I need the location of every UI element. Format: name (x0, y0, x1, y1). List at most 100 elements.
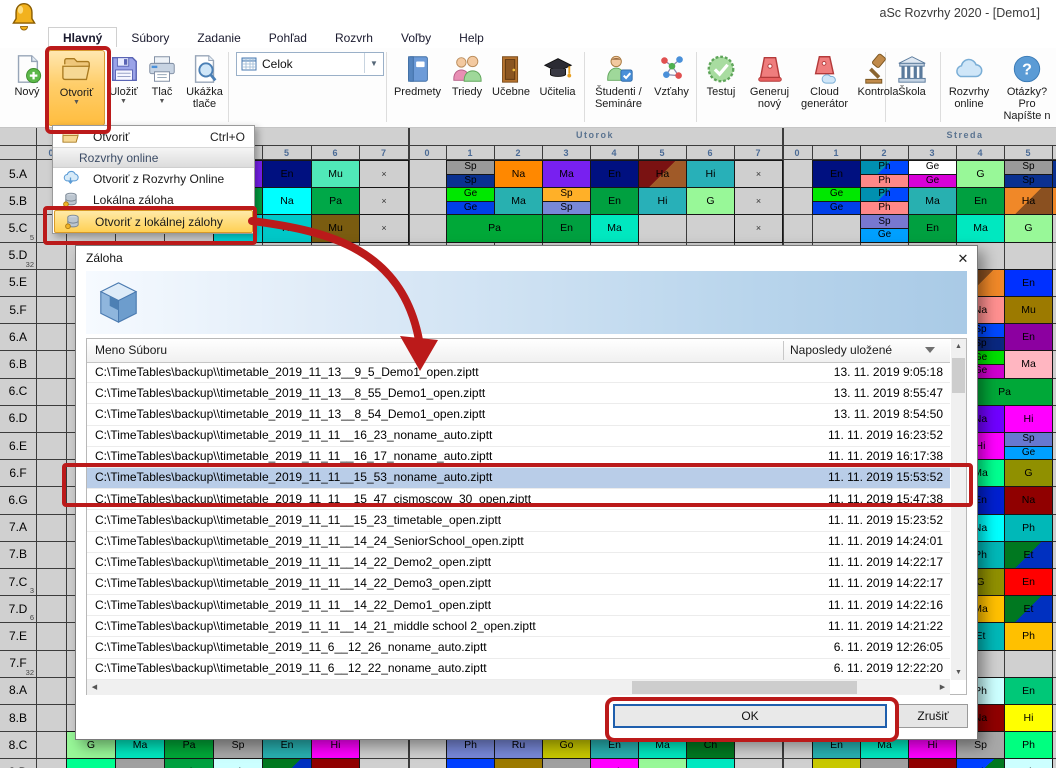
ucebne-button[interactable]: Učebne (489, 50, 533, 124)
backup-file-row[interactable]: C:\TimeTables\backup\\timetable_2019_11_… (87, 616, 950, 637)
timetable-cell[interactable]: Na (262, 187, 312, 215)
timetable-cell[interactable]: En (812, 160, 861, 188)
scroll-down-icon[interactable]: ▼ (951, 665, 966, 680)
row-label-5.B[interactable]: 5.B (0, 187, 36, 214)
timetable-cell[interactable]: En (115, 758, 165, 768)
online-button[interactable]: Rozvrhy online (942, 50, 996, 124)
timetable-cell[interactable]: En (262, 160, 312, 188)
timetable-cell[interactable]: Hi (638, 187, 687, 215)
timetable-cell[interactable]: × (359, 214, 409, 242)
timetable-cell[interactable]: G (956, 160, 1005, 188)
ukazka-button[interactable]: Ukážka tlače (181, 50, 228, 124)
timetable-cell[interactable]: SpSp (446, 160, 495, 188)
timetable-cell[interactable]: G (1004, 459, 1053, 487)
timetable-cell[interactable]: GeGe (812, 187, 861, 215)
timetable-cell[interactable]: Hi (262, 214, 312, 242)
vertical-scrollbar[interactable]: ▲ ▼ (951, 339, 966, 680)
novy-button[interactable]: Nový (6, 50, 48, 124)
tab-zadanie[interactable]: Zadanie (183, 28, 254, 47)
tab-hlavný[interactable]: Hlavný (48, 27, 117, 47)
timetable-cell[interactable]: SpSp (1004, 160, 1053, 188)
timetable-cell[interactable]: Ch (164, 758, 214, 768)
row-label-6.A[interactable]: 6.A (0, 323, 36, 350)
row-label-6.F[interactable]: 6.F (0, 459, 36, 486)
timetable-cell[interactable]: Ma (686, 758, 735, 768)
triedy-button[interactable]: Triedy (445, 50, 489, 124)
row-label-6.G[interactable]: 6.G (0, 486, 36, 513)
timetable-cell[interactable]: × (359, 160, 409, 188)
vztahy-button[interactable]: Vzťahy (649, 50, 694, 124)
tab-súbory[interactable]: Súbory (117, 28, 183, 47)
row-label-6.C[interactable]: 6.C (0, 378, 36, 405)
timetable-cell[interactable]: SpGe (1004, 432, 1053, 460)
timetable-cell[interactable] (1052, 160, 1056, 188)
vertical-scroll-thumb[interactable] (952, 358, 965, 393)
scroll-left-icon[interactable]: ◀ (87, 680, 102, 695)
backup-file-row[interactable]: C:\TimeTables\backup\\timetable_2019_11_… (87, 489, 950, 510)
backup-file-row[interactable]: C:\TimeTables\backup\\timetable_2019_11_… (87, 532, 950, 553)
menu-item-otvori-[interactable]: OtvoriťCtrl+O (53, 126, 254, 147)
tab-help[interactable]: Help (445, 28, 498, 47)
timetable-cell[interactable]: Ph (213, 758, 263, 768)
testuj-button[interactable]: Testuj (699, 50, 743, 124)
generuj-button[interactable]: Generuj nový (743, 50, 796, 124)
row-label-6.E[interactable]: 6.E (0, 432, 36, 459)
timetable-cell[interactable]: Ma (66, 758, 116, 768)
timetable-cell[interactable]: Na (908, 758, 957, 768)
row-label-7.D[interactable]: 7.D6 (0, 595, 36, 622)
column-header-saved[interactable]: Naposledy uložené (790, 343, 892, 357)
menu-item-lok-lna-z-loha[interactable]: Lokálna záloha (53, 189, 254, 210)
row-label-7.F[interactable]: 7.F32 (0, 650, 36, 677)
timetable-cell[interactable]: En (1004, 269, 1053, 297)
timetable-cell[interactable]: Mu (311, 214, 360, 242)
timetable-cell[interactable]: En (590, 187, 639, 215)
row-label-7.C[interactable]: 7.C3 (0, 568, 36, 595)
timetable-cell[interactable]: Hi (686, 160, 735, 188)
timetable-cell[interactable]: En (1004, 568, 1053, 596)
timetable-cell[interactable]: Ha (1004, 187, 1053, 215)
backup-file-row[interactable]: C:\TimeTables\backup\\timetable_2019_11_… (87, 637, 950, 658)
timetable-cell[interactable]: Pa (311, 187, 360, 215)
row-label-7.B[interactable]: 7.B (0, 541, 36, 568)
timetable-cell[interactable]: Mu (1004, 296, 1053, 324)
backup-file-row[interactable]: C:\TimeTables\backup\\timetable_2019_11_… (87, 468, 950, 489)
timetable-cell[interactable]: Ma (1004, 350, 1053, 378)
row-label-6.B[interactable]: 6.B (0, 350, 36, 377)
backup-file-row[interactable]: C:\TimeTables\backup\\timetable_2019_11_… (87, 659, 950, 680)
row-label-5.C[interactable]: 5.C5 (0, 214, 36, 241)
tab-pohľad[interactable]: Pohľad (255, 28, 321, 47)
row-label-7.A[interactable]: 7.A (0, 514, 36, 541)
timetable-cell[interactable]: En (908, 214, 957, 242)
timetable-cell[interactable]: SpSp (542, 187, 591, 215)
timetable-cell[interactable]: En (542, 214, 591, 242)
chevron-down-icon[interactable]: ▼ (364, 53, 383, 73)
row-label-5.F[interactable]: 5.F (0, 296, 36, 323)
otvorit-button[interactable]: Otvoriť▼ (48, 50, 105, 126)
menu-item-otvori-z-lok-lnej-z-lohy[interactable]: Otvoriť z lokálnej zálohy (54, 210, 253, 233)
row-label-8.C[interactable]: 8.C (0, 731, 36, 758)
row-label-7.E[interactable]: 7.E (0, 622, 36, 649)
backup-file-row[interactable]: C:\TimeTables\backup\\timetable_2019_11_… (87, 426, 950, 447)
predmety-button[interactable]: Predmety (390, 50, 445, 124)
cancel-button[interactable]: Zrušiť (898, 704, 968, 728)
backup-file-row[interactable]: C:\TimeTables\backup\\timetable_2019_11_… (87, 553, 950, 574)
row-label-8.B[interactable]: 8.B (0, 704, 36, 731)
timetable-cell[interactable]: Mu (311, 160, 360, 188)
timetable-cell[interactable]: SpGe (860, 214, 909, 242)
timetable-cell[interactable]: G (1004, 214, 1053, 242)
timetable-cell[interactable]: Hi (1004, 405, 1053, 433)
timetable-cell[interactable]: GeGe (908, 160, 957, 188)
backup-file-row[interactable]: C:\TimeTables\backup\\timetable_2019_11_… (87, 404, 950, 425)
timetable-cell[interactable]: En (542, 758, 591, 768)
backup-file-row[interactable]: C:\TimeTables\backup\\timetable_2019_11_… (87, 574, 950, 595)
view-select[interactable]: Celok ▼ (236, 52, 384, 76)
row-label-8.A[interactable]: 8.A (0, 677, 36, 704)
timetable-cell[interactable]: Na (494, 160, 543, 188)
timetable-cell[interactable]: Na (1004, 486, 1053, 514)
otazky-button[interactable]: ?Otázky? Pro Napíšte n (998, 50, 1056, 124)
timetable-cell[interactable]: Pa (446, 214, 543, 242)
timetable-cell[interactable]: En (956, 187, 1005, 215)
skola-button[interactable]: Škola (888, 50, 936, 124)
timetable-cell[interactable]: Ph (1004, 758, 1053, 768)
timetable-cell[interactable]: Sp (446, 758, 495, 768)
